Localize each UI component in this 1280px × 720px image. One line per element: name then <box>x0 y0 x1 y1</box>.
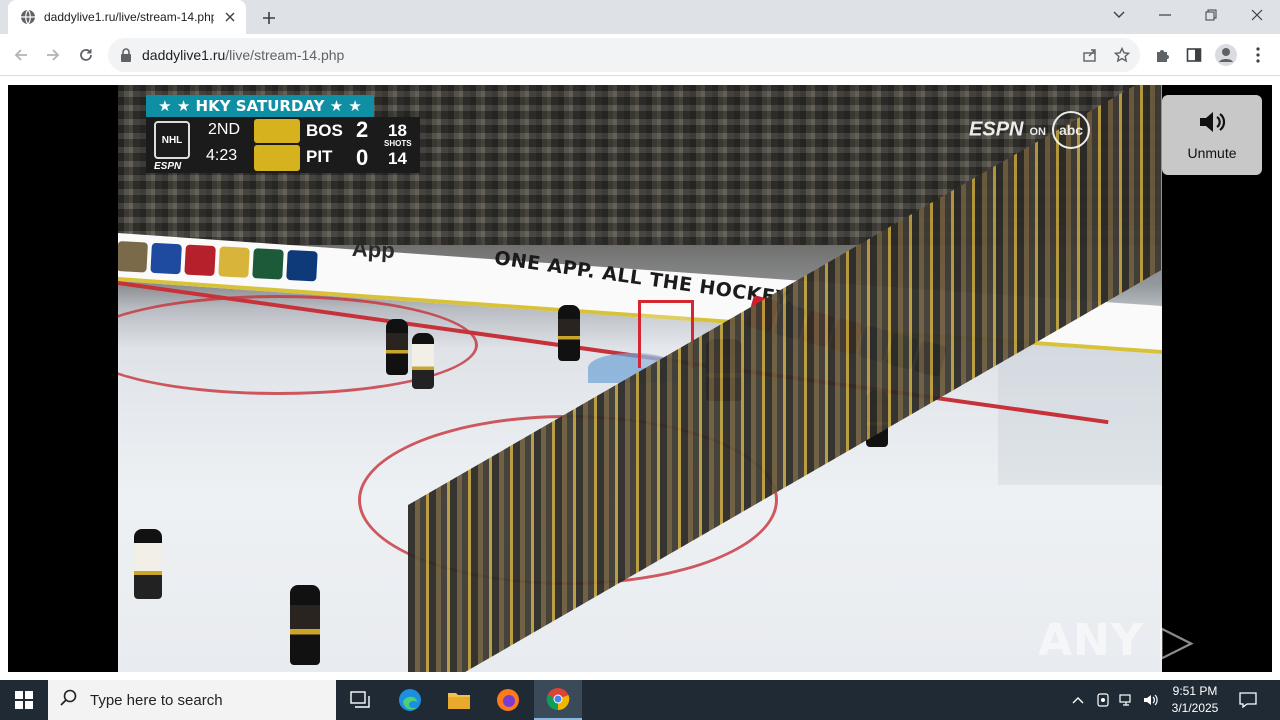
team-abbr-home: PIT <box>306 147 333 166</box>
scorebug-title: ★ ★ HKY SATURDAY ★ ★ <box>146 95 374 117</box>
side-panel-icon[interactable] <box>1181 42 1207 68</box>
skater <box>558 305 580 361</box>
url-path: /live/stream-14.php <box>225 47 345 63</box>
score-away: 2 <box>356 117 369 142</box>
tab-search-icon[interactable] <box>1096 0 1142 30</box>
shots-label: SHOTS <box>384 139 412 148</box>
windows-start-icon[interactable] <box>0 680 48 720</box>
speaker-icon <box>1198 110 1226 139</box>
minimize-icon[interactable] <box>1142 0 1188 30</box>
url-text: daddylive1.ru/live/stream-14.php <box>142 47 344 63</box>
tab-strip: daddylive1.ru/live/stream-14.php <box>0 0 1280 34</box>
anyrun-watermark: ANY ▷ RUN <box>1038 615 1195 672</box>
lock-icon[interactable] <box>120 48 132 67</box>
video-player[interactable]: App ONE APP. ALL THE HOCKEY. ★ ★ HKY SAT… <box>8 85 1272 672</box>
globe-icon <box>20 9 36 25</box>
extensions-puzzle-icon[interactable] <box>1149 42 1175 68</box>
profile-avatar-icon[interactable] <box>1213 42 1239 68</box>
search-placeholder: Type here to search <box>90 691 223 709</box>
unmute-button[interactable]: Unmute <box>1162 95 1262 175</box>
network-bug: ESPN ON abc <box>969 111 1090 149</box>
windows-taskbar: Type here to search 9:51 PM 3/1/2025 <box>0 680 1280 720</box>
forward-arrow-icon[interactable] <box>40 42 66 68</box>
espn-tag: ESPN <box>154 161 182 172</box>
hockey-broadcast-frame[interactable]: App ONE APP. ALL THE HOCKEY. ★ ★ HKY SAT… <box>118 85 1162 672</box>
abc-logo: abc <box>1052 111 1090 149</box>
skater <box>386 319 408 375</box>
file-explorer-icon[interactable] <box>435 680 483 720</box>
volume-icon[interactable] <box>1140 680 1162 720</box>
device-icon[interactable] <box>1092 680 1114 720</box>
score-home: 0 <box>356 145 369 170</box>
scorebug: ★ ★ HKY SATURDAY ★ ★ NHL ESPN 2ND 4:23 B… <box>146 95 420 175</box>
penguins-logo-icon <box>254 145 300 171</box>
reload-icon[interactable] <box>73 42 99 68</box>
skater <box>134 529 162 599</box>
clock-date: 3/1/2025 <box>1171 701 1219 715</box>
menu-dots-icon[interactable] <box>1245 42 1271 68</box>
page-content: App ONE APP. ALL THE HOCKEY. ★ ★ HKY SAT… <box>0 77 1280 680</box>
shots-away: 18 <box>388 121 407 140</box>
close-tab-icon[interactable] <box>222 9 238 25</box>
skater <box>290 585 320 665</box>
share-icon[interactable] <box>1080 45 1100 65</box>
skater <box>412 333 434 389</box>
bruins-logo-icon <box>254 119 300 143</box>
back-arrow-icon[interactable] <box>8 42 34 68</box>
close-window-icon[interactable] <box>1234 0 1280 30</box>
scorebug-body: NHL ESPN 2ND 4:23 BOS PIT 2 0 18 SHOTS 1… <box>146 117 420 173</box>
task-view-icon[interactable] <box>336 680 384 720</box>
chrome-icon[interactable] <box>534 680 582 720</box>
nhl-shield-icon: NHL <box>154 121 190 159</box>
edge-browser-icon[interactable] <box>386 680 434 720</box>
taskbar-search-box[interactable]: Type here to search <box>48 680 336 720</box>
shots-home: 14 <box>388 149 407 168</box>
search-icon <box>60 689 78 712</box>
team-abbr-away: BOS <box>306 121 343 140</box>
app-board-text: App <box>351 235 396 264</box>
network-icon[interactable] <box>1116 680 1138 720</box>
network-name: ESPN <box>969 118 1024 141</box>
url-host: daddylive1.ru <box>142 47 226 63</box>
restore-icon[interactable] <box>1188 0 1234 30</box>
period: 2ND <box>208 121 241 138</box>
new-tab-button[interactable] <box>258 7 280 29</box>
browser-tab[interactable]: daddylive1.ru/live/stream-14.php <box>8 0 246 34</box>
unmute-label: Unmute <box>1187 144 1237 161</box>
network-on: ON <box>1029 126 1047 139</box>
tab-title: daddylive1.ru/live/stream-14.php <box>44 10 214 24</box>
address-bar[interactable]: daddylive1.ru/live/stream-14.php <box>108 38 1140 72</box>
firefox-icon[interactable] <box>484 680 532 720</box>
notifications-icon[interactable] <box>1236 680 1260 720</box>
clock-time: 9:51 PM <box>1172 684 1218 698</box>
browser-toolbar: daddylive1.ru/live/stream-14.php <box>0 34 1280 76</box>
system-clock[interactable]: 9:51 PM 3/1/2025 <box>1160 683 1230 717</box>
show-hidden-icons-chevron-icon[interactable] <box>1068 680 1088 720</box>
bookmark-star-icon[interactable] <box>1112 45 1132 65</box>
game-clock: 4:23 <box>206 147 238 164</box>
